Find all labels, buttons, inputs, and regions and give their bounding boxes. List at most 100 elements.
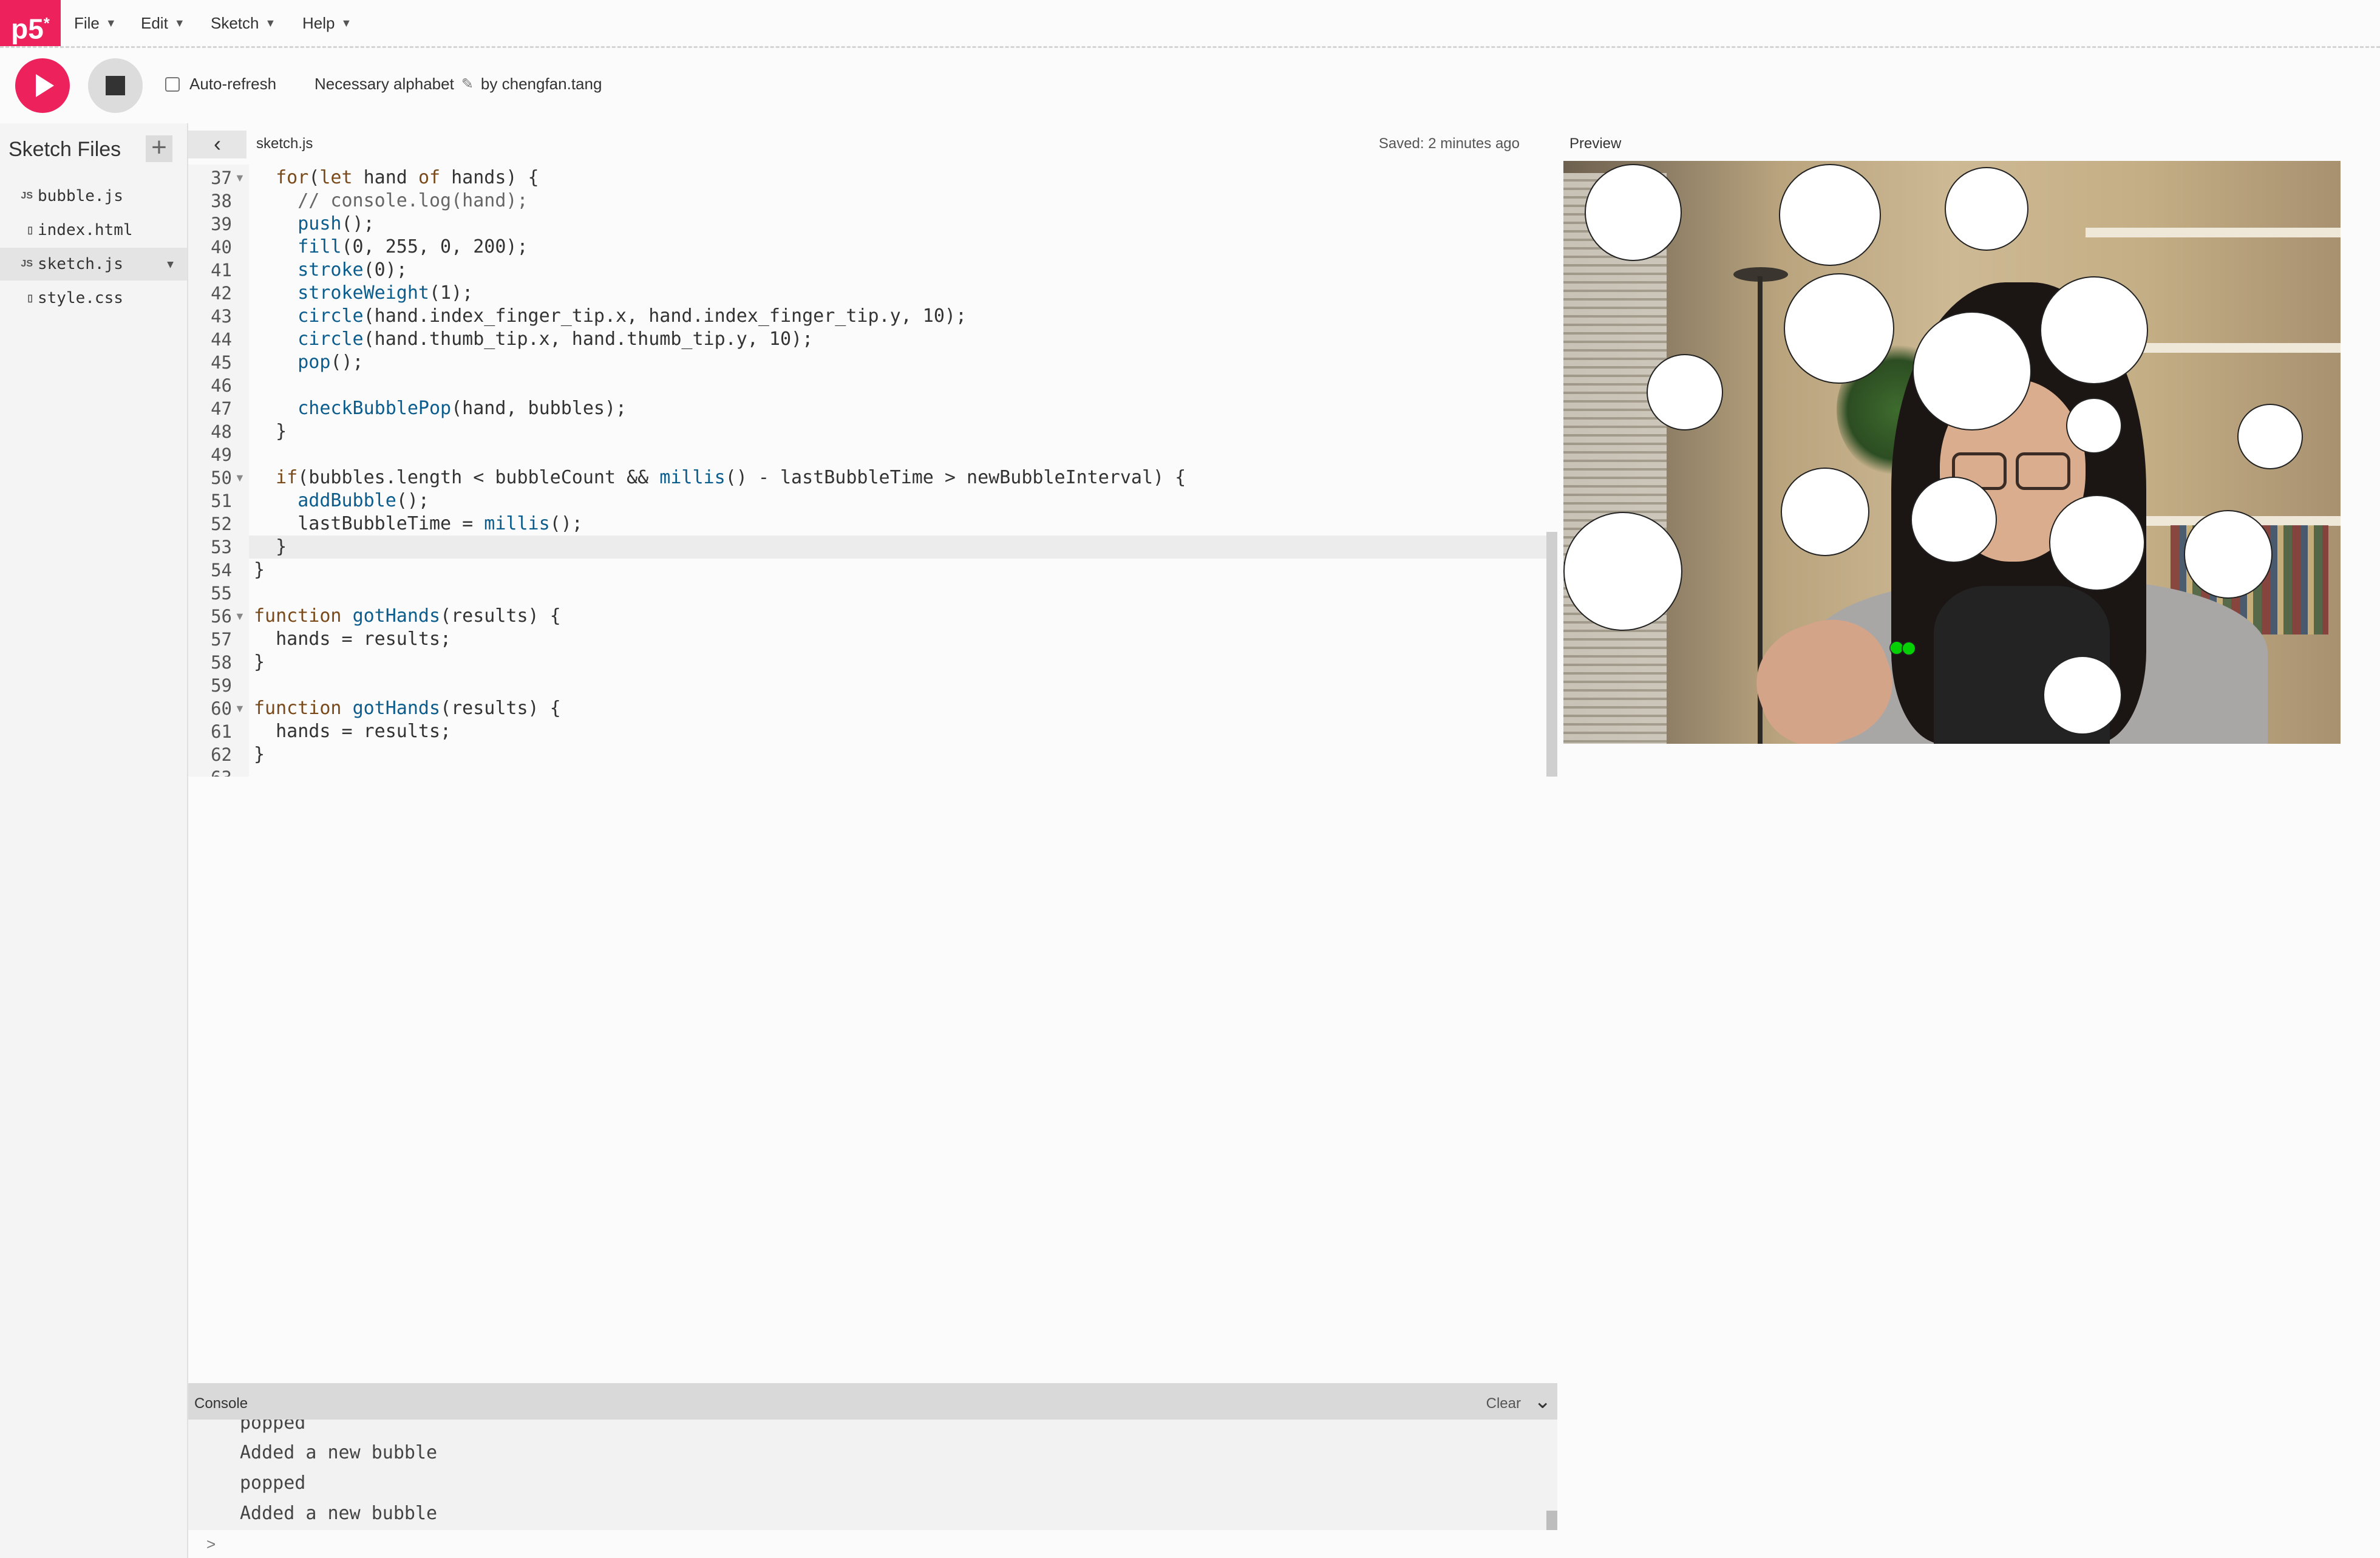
menu-edit[interactable]: Edit ▼ <box>141 0 185 46</box>
menu-sketch[interactable]: Sketch ▼ <box>211 0 276 46</box>
line-number: 38 <box>211 191 232 211</box>
add-file-button[interactable]: + <box>146 132 172 162</box>
code-line[interactable]: strokeWeight(1); <box>254 282 473 305</box>
play-button[interactable] <box>15 58 70 113</box>
line-number: 63 <box>188 766 232 777</box>
code-line[interactable]: stroke(0); <box>254 259 407 282</box>
file-item-sketch-js[interactable]: JS sketch.js ▼ <box>0 248 187 281</box>
window-blinds <box>1563 173 1667 744</box>
plus-icon: + <box>151 132 167 162</box>
file-name: bubble.js <box>38 187 123 205</box>
bubble <box>1779 164 1881 266</box>
menu-help[interactable]: Help ▼ <box>302 0 352 46</box>
line-number: 51 <box>211 491 232 511</box>
collapse-sidebar-button[interactable]: ‹ <box>188 131 246 158</box>
fold-arrow-icon[interactable]: ▼ <box>234 466 245 489</box>
line-number: 62 <box>211 744 232 765</box>
bubble <box>1911 477 1997 563</box>
line-number: 43 <box>211 306 232 327</box>
file-item-index-html[interactable]: ▯ index.html <box>0 214 187 247</box>
console-scrollbar[interactable] <box>1546 1511 1557 1530</box>
caret-down-icon: ▼ <box>174 17 185 29</box>
sketch-preview-canvas[interactable] <box>1563 161 2341 744</box>
code-line[interactable]: checkBubblePop(hand, bubbles); <box>254 397 627 420</box>
fold-arrow-icon[interactable]: ▼ <box>234 166 245 189</box>
code-line[interactable]: function gotHands(results) { <box>254 605 561 628</box>
menu-sketch-label: Sketch <box>211 14 259 32</box>
code-line[interactable]: } <box>254 559 265 582</box>
bubble <box>1585 164 1682 261</box>
bubble <box>1563 512 1682 631</box>
chevron-down-icon[interactable]: ⌄ <box>1534 1389 1552 1413</box>
code-line[interactable]: addBubble(); <box>254 489 429 512</box>
code-line[interactable]: } <box>254 536 287 559</box>
code-line[interactable]: } <box>254 651 265 674</box>
line-number: 58 <box>211 652 232 673</box>
code-line[interactable]: hands = results; <box>254 628 451 651</box>
console-prompt-icon: > <box>206 1535 216 1553</box>
line-number: 52 <box>211 514 232 534</box>
line-number: 50 <box>211 468 232 488</box>
code-line[interactable]: for(let hand of hands) { <box>254 166 539 189</box>
console-title: Console <box>194 1395 248 1412</box>
file-name: index.html <box>38 221 133 239</box>
console-clear-button[interactable]: Clear <box>1486 1395 1521 1412</box>
menu-file[interactable]: File ▼ <box>74 0 117 46</box>
auto-refresh-toggle[interactable]: Auto-refresh <box>165 75 276 94</box>
line-number: 55 <box>211 583 232 604</box>
code-line[interactable]: pop(); <box>254 351 363 374</box>
file-name: sketch.js <box>38 255 123 273</box>
code-line[interactable]: } <box>254 420 287 443</box>
thumb-tip-marker <box>1902 641 1916 656</box>
console-input[interactable]: > <box>188 1530 1557 1558</box>
bubble <box>2237 404 2303 469</box>
editor-scrollbar[interactable] <box>1546 532 1557 777</box>
code-line[interactable]: function gotHands(results) { <box>254 697 561 720</box>
auto-refresh-checkbox[interactable] <box>165 77 180 92</box>
line-number: 56 <box>211 606 232 627</box>
line-number: 54 <box>211 560 232 580</box>
bubble <box>1647 354 1723 430</box>
console-message: popped <box>240 1472 306 1494</box>
line-number: 53 <box>211 537 232 557</box>
code-line[interactable]: lastBubbleTime = millis(); <box>254 512 583 536</box>
console-message: Added a new bubble <box>240 1503 438 1524</box>
bubble <box>2040 276 2148 384</box>
file-options-caret-icon[interactable]: ▼ <box>167 258 174 271</box>
saved-status: Saved: 2 minutes ago <box>1378 135 1520 152</box>
html-file-icon: ▯ <box>27 225 33 236</box>
line-number: 61 <box>211 721 232 742</box>
file-item-style-css[interactable]: ▯ style.css <box>0 282 187 315</box>
bubble <box>1945 167 2028 251</box>
fold-arrow-icon[interactable]: ▼ <box>234 605 245 628</box>
code-line[interactable]: hands = results; <box>254 720 451 743</box>
sketch-title: Necessary alphabet ✎ by chengfan.tang <box>314 75 602 94</box>
file-name: style.css <box>38 289 123 307</box>
code-line[interactable]: circle(hand.index_finger_tip.x, hand.ind… <box>254 305 967 328</box>
code-line[interactable]: push(); <box>254 213 374 236</box>
line-number-gutter: 37 ▼ 38 39 40 41 42 43 44 45 46 47 48 49 50 ▼ 51 52 53 54 55… <box>188 165 249 777</box>
code-line[interactable]: circle(hand.thumb_tip.x, hand.thumb_tip.… <box>254 328 813 351</box>
chevron-left-icon: ‹ <box>214 131 221 156</box>
fold-arrow-icon[interactable]: ▼ <box>234 697 245 720</box>
menu-file-label: File <box>74 14 100 32</box>
file-item-bubble-js[interactable]: JS bubble.js <box>0 180 187 213</box>
editor-tab-name: sketch.js <box>256 135 313 152</box>
code-line[interactable]: // console.log(hand); <box>254 189 528 213</box>
line-number: 41 <box>211 260 232 281</box>
line-number: 40 <box>211 237 232 257</box>
code-line[interactable]: fill(0, 255, 0, 200); <box>254 236 528 259</box>
code-line[interactable]: } <box>254 743 265 766</box>
stop-icon <box>106 76 125 95</box>
code-line[interactable]: if(bubbles.length < bubbleCount && milli… <box>254 466 1186 489</box>
auto-refresh-label: Auto-refresh <box>189 75 277 93</box>
p5-logo[interactable]: p5* <box>0 0 61 46</box>
stop-button[interactable] <box>88 58 143 113</box>
bubble <box>1781 468 1869 556</box>
console-message: popped <box>240 1420 306 1434</box>
code-editor[interactable]: 37 ▼ 38 39 40 41 42 43 44 45 46 47 48 49 50 ▼ 51 52 53 54 55… <box>188 165 1557 777</box>
sketch-name[interactable]: Necessary alphabet <box>314 75 454 94</box>
pencil-icon[interactable]: ✎ <box>461 75 474 93</box>
caret-down-icon: ▼ <box>341 17 352 29</box>
sketch-owner[interactable]: by chengfan.tang <box>481 75 602 94</box>
